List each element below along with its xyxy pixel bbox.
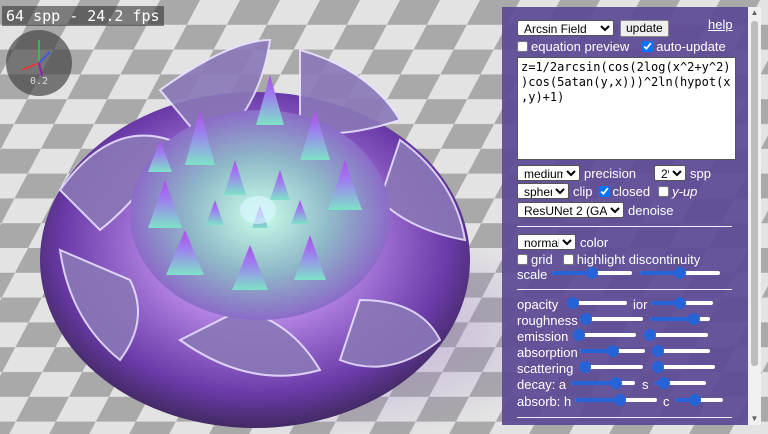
- spp-label: spp: [690, 165, 711, 181]
- roughness-slider-2-thumb[interactable]: [688, 313, 701, 325]
- absorb-c-slider-thumb[interactable]: [689, 394, 702, 406]
- emission-label: emission: [517, 328, 569, 344]
- spp-select[interactable]: 2⁰: [654, 165, 687, 181]
- decay-s-label: s: [642, 376, 649, 392]
- panel-scrollbar[interactable]: ▲ ▼: [748, 7, 761, 425]
- absorb-c-label: c: [663, 393, 670, 409]
- spiral-center: [240, 196, 276, 224]
- emission-slider-thumb[interactable]: [573, 329, 585, 341]
- highlight-discontinuity-checkbox[interactable]: [562, 253, 574, 265]
- precision-select[interactable]: medium: [517, 165, 580, 181]
- decay-a-slider-thumb[interactable]: [610, 377, 622, 389]
- decay-a-slider[interactable]: [571, 375, 635, 393]
- function-select[interactable]: Arcsin Field: [517, 20, 614, 36]
- auto-update-checkbox[interactable]: [642, 40, 654, 52]
- scroll-up-icon[interactable]: ▲: [748, 7, 761, 19]
- absorb-h-slider[interactable]: [575, 392, 657, 410]
- scattering-label: scattering: [517, 360, 574, 376]
- equation-preview-checkbox[interactable]: [517, 40, 528, 52]
- opacity-slider-thumb[interactable]: [567, 297, 579, 309]
- closed-checkbox[interactable]: [598, 185, 610, 197]
- ior-slider-thumb[interactable]: [673, 297, 686, 309]
- opacity-label: opacity: [517, 296, 559, 312]
- scale-slider-1[interactable]: [552, 265, 632, 283]
- scale-label: scale: [517, 266, 548, 282]
- help-link[interactable]: help: [708, 17, 733, 32]
- scale-slider-2-thumb[interactable]: [674, 267, 686, 279]
- denoise-select[interactable]: ResUNet 2 (GAN): [517, 202, 624, 218]
- roughness-slider-thumb[interactable]: [580, 313, 592, 325]
- ior-label: ior: [633, 296, 648, 312]
- absorb-c-slider[interactable]: [675, 392, 723, 410]
- absorption-slider-2-thumb[interactable]: [652, 345, 664, 357]
- color-select[interactable]: normal: [517, 234, 576, 250]
- absorption-slider-thumb[interactable]: [606, 345, 619, 357]
- decay-s-slider[interactable]: [654, 375, 706, 393]
- control-panel: Arcsin Field update help equation previe…: [502, 7, 761, 425]
- auto-update-label: auto-update: [656, 38, 726, 54]
- clip-label: clip: [573, 183, 593, 199]
- absorb-h-slider-thumb[interactable]: [613, 394, 626, 406]
- scale-slider-1-thumb[interactable]: [586, 267, 598, 279]
- clip-select[interactable]: sphere: [517, 183, 569, 199]
- scroll-down-icon[interactable]: ▼: [748, 413, 761, 425]
- fps-counter: 64 spp - 24.2 fps: [2, 6, 164, 26]
- absorb-h-label: absorb: h: [517, 393, 572, 409]
- denoise-label: denoise: [628, 202, 674, 218]
- absorption-label: absorption: [517, 344, 578, 360]
- update-button[interactable]: update: [620, 19, 669, 37]
- decay-s-slider-thumb[interactable]: [658, 377, 670, 389]
- precision-label: precision: [584, 165, 637, 181]
- axis-gizmo[interactable]: 0.2: [6, 30, 72, 96]
- scattering-slider-thumb[interactable]: [579, 361, 591, 373]
- emission-slider-2-thumb[interactable]: [644, 329, 656, 341]
- yup-checkbox[interactable]: [658, 185, 670, 197]
- scroll-thumb[interactable]: [751, 21, 758, 366]
- decay-a-label: decay: a: [517, 376, 567, 392]
- equation-input[interactable]: z=1/2arcsin(cos(2log(x^2+y^2))cos(5atan(…: [517, 57, 736, 160]
- divider: [517, 417, 732, 418]
- equation-preview-label: equation preview: [531, 38, 630, 54]
- grid-checkbox[interactable]: [517, 253, 528, 265]
- divider: [517, 226, 732, 227]
- gizmo-value: 0.2: [29, 76, 49, 87]
- scattering-slider-2-thumb[interactable]: [652, 361, 664, 373]
- roughness-label: roughness: [517, 312, 578, 328]
- yup-label: y-up: [672, 183, 698, 199]
- scale-slider-2[interactable]: [640, 265, 720, 283]
- color-label: color: [580, 234, 609, 250]
- divider: [517, 289, 732, 290]
- closed-label: closed: [612, 183, 651, 199]
